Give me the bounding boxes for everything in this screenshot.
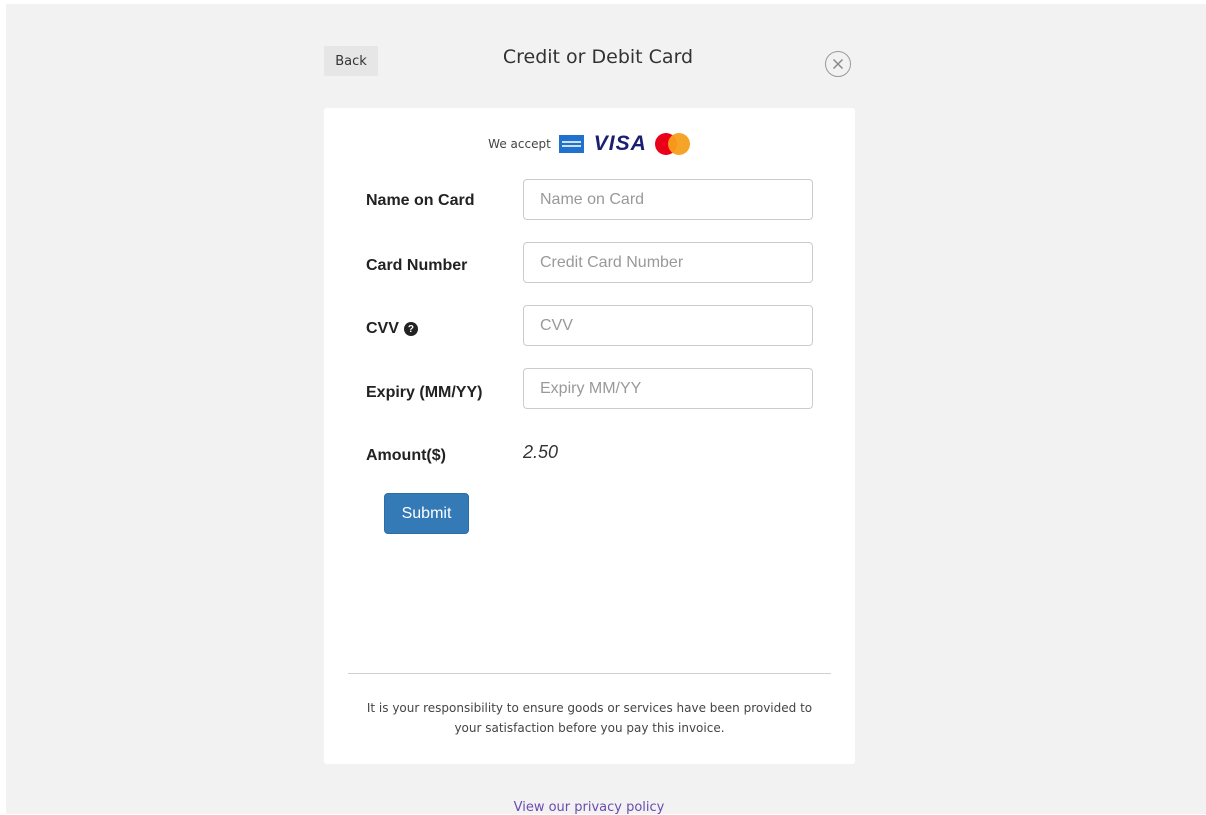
page-title: Credit or Debit Card bbox=[502, 46, 694, 68]
disclaimer-line-2: your satisfaction before you pay this in… bbox=[454, 721, 725, 735]
name-label: Name on Card bbox=[366, 192, 475, 209]
amount-value: 2.50 bbox=[523, 442, 559, 462]
expiry-input[interactable] bbox=[523, 368, 813, 409]
disclaimer-line-1: It is your responsibility to ensure good… bbox=[366, 701, 813, 715]
amount-label: Amount($) bbox=[366, 447, 446, 464]
submit-button[interactable]: Submit bbox=[384, 493, 469, 534]
visa-icon: VISA bbox=[593, 132, 647, 155]
name-on-card-input[interactable] bbox=[523, 179, 813, 220]
page-background: Back Credit or Debit Card We accept VISA… bbox=[6, 4, 1206, 815]
cvv-input[interactable] bbox=[523, 305, 813, 346]
close-icon bbox=[832, 58, 844, 70]
expiry-row: Expiry (MM/YY) bbox=[324, 368, 855, 409]
cvv-row: CVV ? bbox=[324, 305, 855, 346]
amount-row: Amount($) 2.50 bbox=[324, 442, 855, 472]
expiry-label: Expiry (MM/YY) bbox=[366, 384, 483, 401]
divider bbox=[348, 673, 831, 674]
question-circle-icon[interactable]: ? bbox=[403, 322, 418, 336]
accept-label: We accept bbox=[488, 137, 551, 151]
card-number-label: Card Number bbox=[366, 257, 468, 274]
payment-card-panel: We accept VISA Name on Card Card Number … bbox=[324, 108, 855, 764]
close-button[interactable] bbox=[825, 51, 851, 77]
privacy-policy-link[interactable]: View our privacy policy bbox=[6, 800, 1172, 815]
card-number-row: Card Number bbox=[324, 242, 855, 283]
accepted-cards: We accept VISA bbox=[324, 132, 855, 156]
amex-icon bbox=[558, 135, 584, 153]
back-button[interactable]: Back bbox=[324, 46, 378, 76]
disclaimer-text: It is your responsibility to ensure good… bbox=[344, 698, 835, 738]
mastercard-icon bbox=[654, 133, 691, 155]
card-number-input[interactable] bbox=[523, 242, 813, 283]
cvv-label: CVV ? bbox=[366, 320, 418, 338]
name-row: Name on Card bbox=[324, 179, 855, 220]
